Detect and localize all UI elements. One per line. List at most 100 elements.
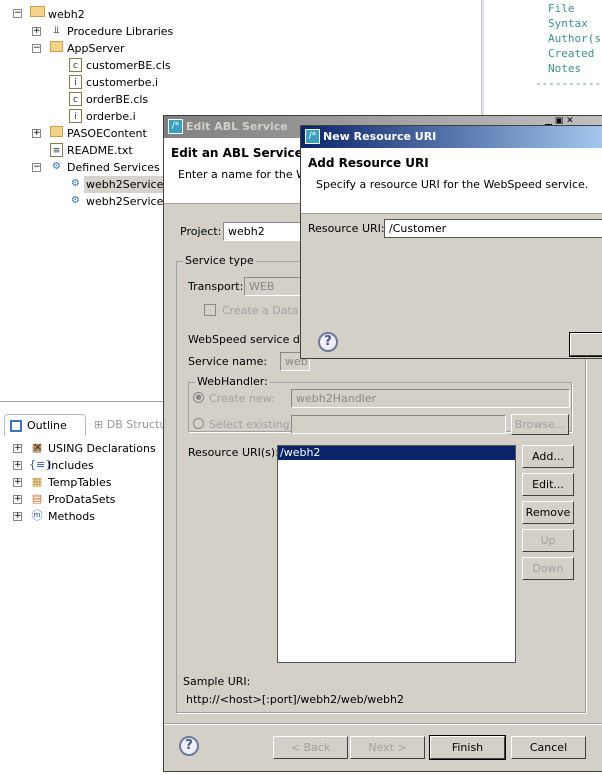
- dialog-title: New Resource URI: [323, 130, 437, 143]
- outline-item[interactable]: Includes: [48, 457, 94, 474]
- resource-uri-list[interactable]: /webh2: [277, 445, 516, 663]
- title-bar[interactable]: /* New Resource URI: [301, 126, 602, 148]
- tab-outline[interactable]: Outline ✕: [4, 414, 86, 454]
- dialog-description: Enter a name for the Web: [178, 168, 321, 181]
- methods-icon: ⓜ: [31, 509, 43, 522]
- help-icon[interactable]: ?: [179, 736, 199, 756]
- code-line: ------------: [535, 77, 602, 90]
- dialog-heading: Edit an ABL Service: [171, 146, 303, 160]
- services-icon: ⚙: [52, 161, 61, 172]
- down-button[interactable]: Down: [522, 557, 574, 580]
- resource-uris-label: Resource URI(s):: [188, 446, 279, 459]
- text-file-icon: ≡: [50, 143, 63, 157]
- tree-item[interactable]: README.txt: [65, 142, 135, 159]
- up-button[interactable]: Up: [522, 529, 574, 552]
- app-icon: /*: [305, 129, 320, 144]
- outline-item[interactable]: TempTables: [48, 474, 112, 491]
- table-icon: ▦: [31, 475, 43, 488]
- finish-button[interactable]: Finish: [429, 735, 506, 760]
- edit-button[interactable]: Edit...: [522, 473, 574, 496]
- dataset-icon: ▤: [31, 492, 43, 505]
- expand-toggle[interactable]: +: [13, 461, 22, 470]
- expand-toggle[interactable]: +: [32, 129, 41, 138]
- tree-item[interactable]: orderbe.i: [84, 108, 138, 125]
- tree-item[interactable]: webh2Service1: [84, 193, 172, 210]
- help-icon[interactable]: ?: [318, 332, 338, 352]
- outline-item[interactable]: USING Declarations: [48, 440, 156, 457]
- folder-icon: [50, 41, 63, 52]
- code-line: Notes: [548, 62, 582, 75]
- resource-uri-input[interactable]: /Customer: [384, 219, 602, 238]
- dialog-title: Edit ABL Service: [186, 120, 288, 133]
- expand-toggle[interactable]: −: [32, 163, 41, 172]
- project-label: Project:: [180, 225, 222, 238]
- expand-toggle[interactable]: −: [32, 44, 41, 53]
- dialog-header: Add Resource URI Specify a resource URI …: [301, 148, 602, 214]
- project-icon: [30, 6, 45, 17]
- create-data-object-label: Create a Data O: [222, 304, 311, 317]
- select-existing-radio[interactable]: [193, 418, 204, 429]
- resource-uri-label: Resource URI:: [308, 222, 385, 235]
- cancel-button[interactable]: Cancel: [511, 736, 586, 759]
- include-file-icon: i: [69, 75, 82, 89]
- create-new-field[interactable]: webh2Handler: [291, 389, 570, 408]
- tree-item[interactable]: Defined Services: [65, 159, 162, 176]
- new-resource-uri-dialog: /* New Resource URI Add Resource URI Spe…: [300, 125, 602, 359]
- dialog-description: Specify a resource URI for the WebSpeed …: [316, 178, 589, 191]
- tree-item-root[interactable]: webh2: [48, 6, 85, 23]
- includes-icon: {≡}: [29, 458, 53, 471]
- code-line: Syntax: [548, 17, 588, 30]
- select-existing-field[interactable]: [291, 415, 506, 434]
- next-button[interactable]: Next >: [350, 736, 425, 759]
- expand-toggle[interactable]: +: [32, 27, 41, 36]
- webspeed-details-label: WebSpeed service deta: [188, 333, 318, 346]
- app-icon: /*: [168, 119, 183, 134]
- browse-button[interactable]: Browse...: [511, 414, 569, 435]
- tab-db-structure[interactable]: ⊞ DB Structu: [94, 414, 166, 436]
- using-icon: ▦: [31, 441, 43, 454]
- create-data-object-checkbox[interactable]: [204, 304, 216, 316]
- add-button[interactable]: Add...: [522, 445, 574, 468]
- tree-item[interactable]: AppServer: [65, 40, 127, 57]
- tab-label: DB Structu: [106, 418, 167, 431]
- outline-item[interactable]: ProDataSets: [48, 491, 116, 508]
- separator: [164, 723, 602, 725]
- select-existing-label: Select existing:: [209, 418, 294, 431]
- service-name-label: Service name:: [188, 355, 268, 368]
- class-file-icon: c: [69, 92, 82, 106]
- tab-label: Outline: [27, 419, 67, 432]
- outline-item[interactable]: Methods: [48, 508, 95, 525]
- db-structure-icon: ⊞: [94, 418, 107, 431]
- tree-item[interactable]: PASOEContent: [65, 125, 149, 142]
- ok-button[interactable]: [569, 332, 602, 357]
- code-line: Author(s: [548, 32, 601, 45]
- outline-panel: Outline ✕ ⊞ DB Structu + ▦ USING Declara…: [0, 410, 166, 775]
- group-label: WebHandler:: [195, 375, 270, 389]
- folder-icon: [50, 126, 63, 137]
- include-file-icon: i: [69, 109, 82, 123]
- tree-item[interactable]: webh2Service: [84, 176, 166, 193]
- create-new-label: Create new:: [209, 392, 275, 405]
- library-icon: ⫫: [53, 25, 60, 36]
- collapse-toggle[interactable]: −: [13, 9, 22, 18]
- service-icon: ⚙: [71, 195, 80, 206]
- expand-toggle[interactable]: +: [13, 495, 22, 504]
- create-new-radio[interactable]: ●: [193, 392, 204, 403]
- remove-button[interactable]: Remove: [522, 501, 574, 524]
- expand-toggle[interactable]: +: [13, 512, 22, 521]
- tree-item[interactable]: Procedure Libraries: [65, 23, 175, 40]
- tree-item[interactable]: customerBE.cls: [84, 57, 173, 74]
- tree-item[interactable]: customerbe.i: [84, 74, 160, 91]
- back-button[interactable]: < Back: [273, 736, 348, 759]
- sample-uri-value: http://<host>[:port]/webh2/web/webh2: [186, 693, 405, 706]
- dialog-heading: Add Resource URI: [308, 156, 429, 170]
- expand-toggle[interactable]: +: [13, 478, 22, 487]
- list-item[interactable]: /webh2: [278, 446, 515, 460]
- transport-label: Transport:: [188, 280, 244, 293]
- expand-toggle[interactable]: +: [13, 444, 22, 453]
- outline-icon: [10, 420, 22, 432]
- group-label: Service type: [183, 254, 256, 268]
- tree-item[interactable]: orderBE.cls: [84, 91, 150, 108]
- code-line: Created: [548, 47, 595, 60]
- sample-uri-label: Sample URI:: [183, 675, 251, 688]
